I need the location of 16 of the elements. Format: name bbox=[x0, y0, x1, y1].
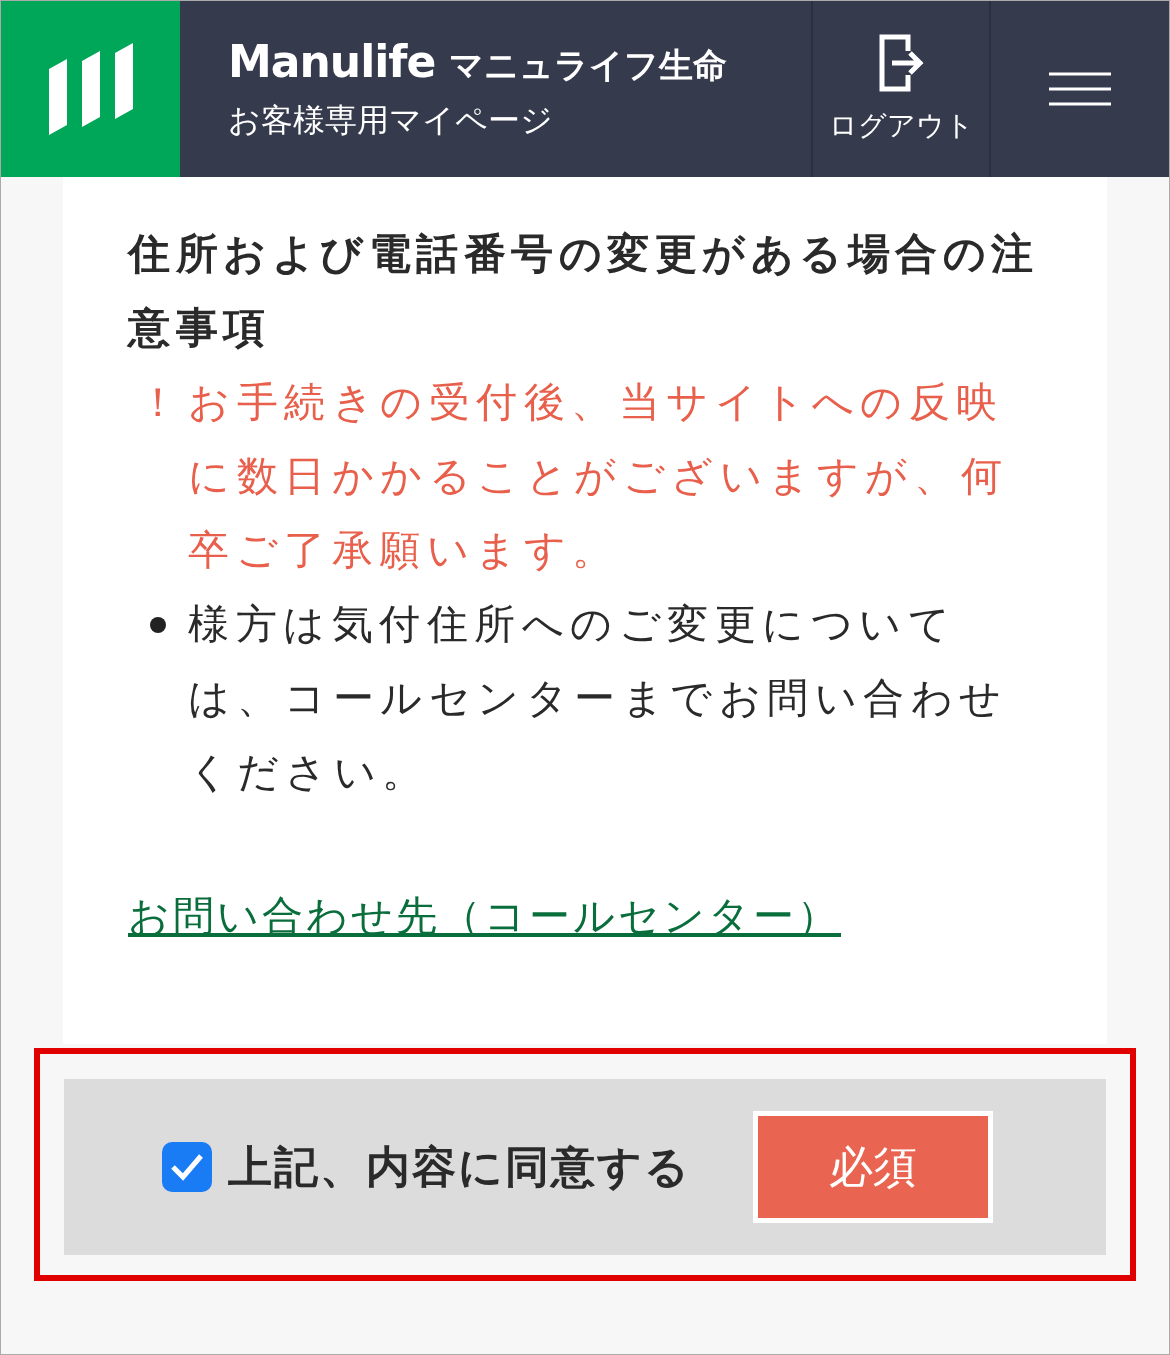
brand-subtitle: マニュライフ生命 bbox=[449, 43, 728, 87]
note-text: 様方は気付住所へのご変更については、コールセンターまでお問い合わせください。 bbox=[188, 599, 1009, 798]
brand-name: Manulife bbox=[228, 35, 436, 87]
checkmark-icon bbox=[170, 1153, 204, 1181]
warning-text: お手続きの受付後、当サイトへの反映に数日かかることがございますが、何卒ご了承願います。 bbox=[188, 377, 1010, 576]
agree-checkbox[interactable] bbox=[162, 1142, 212, 1192]
logout-icon bbox=[878, 33, 924, 93]
required-badge: 必須 bbox=[753, 1111, 993, 1223]
agree-label: 上記、内容に同意する bbox=[228, 1139, 691, 1194]
warning-mark: ！ bbox=[138, 378, 178, 427]
site-subtitle: お客様専用マイページ bbox=[228, 99, 554, 141]
contact-link[interactable]: お問い合わせ先（コールセンター） bbox=[128, 889, 841, 944]
notice-title: 住所および電話番号の変更がある場合の注意事項 bbox=[128, 228, 1040, 354]
logo-icon bbox=[48, 43, 133, 135]
menu-icon bbox=[1049, 72, 1111, 106]
bullet-icon bbox=[150, 617, 166, 633]
